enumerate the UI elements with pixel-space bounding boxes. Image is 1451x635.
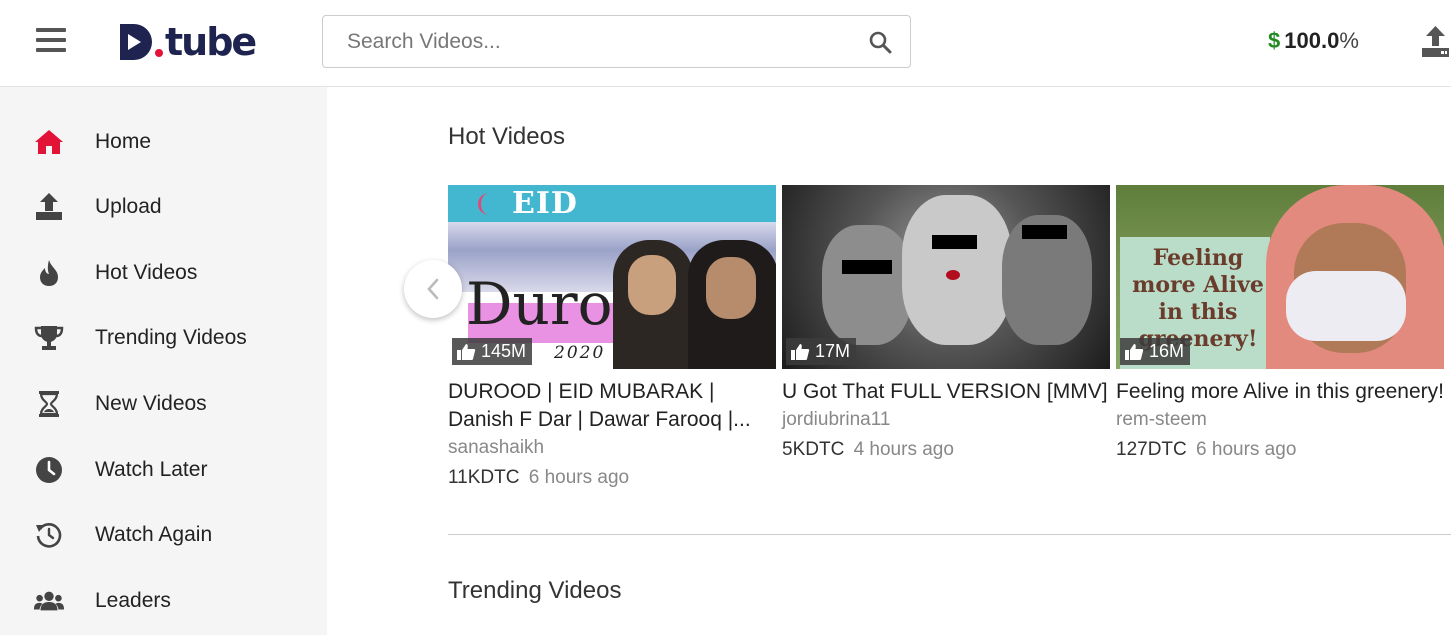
- history-icon: [33, 519, 65, 551]
- likes-count: 17M: [815, 341, 851, 361]
- video-value: 127DTC: [1116, 439, 1187, 460]
- balance-value: 100.0: [1284, 28, 1340, 53]
- dtube-logo[interactable]: tube: [120, 20, 257, 64]
- home-icon: [33, 126, 65, 158]
- sidebar-item-home[interactable]: Home: [0, 114, 327, 170]
- sidebar-item-label: Hot Videos: [95, 261, 198, 284]
- sidebar-item-watch-again[interactable]: Watch Again: [0, 507, 327, 563]
- video-card: 17M U Got That FULL VERSION [MMV] jordiu…: [782, 185, 1112, 461]
- thumb-censor-bar: [842, 260, 892, 274]
- thumb-figure: [822, 225, 912, 345]
- search-box: [322, 15, 911, 68]
- video-meta: 127DTC 6 hours ago: [1116, 439, 1446, 461]
- dollar-icon: $: [1268, 28, 1281, 53]
- sidebar-item-trending-videos[interactable]: Trending Videos: [0, 310, 327, 366]
- video-title[interactable]: DUROOD | EID MUBARAK | Danish F Dar | Da…: [448, 378, 778, 434]
- video-thumbnail[interactable]: Feeling more Alive in this greenery! 16M: [1116, 185, 1444, 369]
- sidebar-item-label: Home: [95, 130, 152, 153]
- thumb-red-eye: [946, 270, 960, 280]
- likes-count: 16M: [1149, 341, 1185, 361]
- likes-count: 145M: [481, 341, 527, 361]
- balance-indicator[interactable]: $ 100.0 %: [1268, 28, 1359, 54]
- section-divider: [448, 534, 1451, 535]
- crescent-moon-icon: [478, 193, 500, 215]
- thumb-censor-bar: [1022, 225, 1067, 239]
- likes-badge: 17M: [786, 338, 857, 365]
- thumb-year: 2020: [554, 343, 606, 363]
- video-meta: 5KDTC 4 hours ago: [782, 439, 1112, 461]
- thumbs-up-icon: [457, 343, 476, 360]
- sidebar-item-upload[interactable]: Upload: [0, 179, 327, 235]
- thumb-face: [628, 255, 676, 315]
- video-value: 5KDTC: [782, 439, 845, 460]
- sidebar-item-label: Watch Later: [95, 458, 208, 481]
- video-meta: 11KDTC 6 hours ago: [448, 467, 778, 489]
- balance-unit: %: [1339, 28, 1359, 53]
- top-bar: tube $ 100.0 %: [0, 0, 1451, 87]
- sidebar-item-label: Leaders: [95, 589, 171, 612]
- logo-d-mark: [120, 24, 152, 60]
- flame-icon: [33, 257, 65, 289]
- video-author[interactable]: rem-steem: [1116, 409, 1446, 431]
- search-input[interactable]: [323, 16, 850, 67]
- thumb-mask: [1286, 271, 1406, 341]
- video-thumbnail[interactable]: EID MUBARAKH Durood 2020 145M: [448, 185, 776, 369]
- sidebar-item-label: Upload: [95, 195, 162, 218]
- video-value: 11KDTC: [448, 467, 520, 488]
- video-title[interactable]: Feeling more Alive in this greenery!: [1116, 378, 1446, 406]
- video-thumbnail[interactable]: 17M: [782, 185, 1110, 369]
- video-author[interactable]: jordiubrina11: [782, 409, 1112, 431]
- thumb-face: [706, 257, 756, 319]
- thumbs-up-icon: [1125, 343, 1144, 360]
- logo-text: tube: [165, 20, 257, 64]
- sidebar-item-new-videos[interactable]: New Videos: [0, 376, 327, 432]
- video-time: 6 hours ago: [528, 467, 630, 488]
- video-time: 4 hours ago: [853, 439, 954, 460]
- upload-icon[interactable]: [1420, 24, 1451, 60]
- search-icon[interactable]: [850, 16, 910, 67]
- clock-icon: [33, 454, 65, 486]
- likes-badge: 16M: [1120, 338, 1191, 365]
- menu-icon[interactable]: [36, 28, 66, 54]
- video-title[interactable]: U Got That FULL VERSION [MMV]: [782, 378, 1112, 406]
- main-content: Hot Videos EID MUBARAKH Durood 2020 145M…: [327, 87, 1451, 635]
- thumb-censor-bar: [932, 235, 977, 249]
- sidebar-item-label: Trending Videos: [95, 326, 247, 349]
- sidebar-item-label: Watch Again: [95, 523, 213, 546]
- section-title-trending-videos[interactable]: Trending Videos: [448, 577, 621, 605]
- thumb-sign-text: Feeling more Alive in this greenery!: [1132, 245, 1264, 352]
- upload-icon: [33, 191, 65, 223]
- section-title-hot-videos[interactable]: Hot Videos: [448, 123, 565, 151]
- thumbs-up-icon: [791, 343, 810, 360]
- sidebar: Home Upload Hot Videos Trending Videos N…: [0, 87, 327, 635]
- hourglass-icon: [33, 388, 65, 420]
- users-icon: [33, 585, 65, 617]
- sidebar-item-watch-later[interactable]: Watch Later: [0, 442, 327, 498]
- sidebar-item-leaders[interactable]: Leaders: [0, 573, 327, 629]
- chevron-left-icon: [427, 278, 439, 300]
- sidebar-item-hot-videos[interactable]: Hot Videos: [0, 245, 327, 301]
- likes-badge: 145M: [452, 338, 533, 365]
- carousel-prev-button[interactable]: [404, 260, 462, 318]
- video-time: 6 hours ago: [1196, 439, 1297, 460]
- logo-dot: [155, 49, 163, 57]
- video-card: EID MUBARAKH Durood 2020 145M DUROOD | E…: [448, 185, 778, 489]
- trophy-icon: [33, 322, 65, 354]
- video-author[interactable]: sanashaikh: [448, 437, 778, 459]
- video-card: Feeling more Alive in this greenery! 16M…: [1116, 185, 1446, 461]
- sidebar-item-label: New Videos: [95, 392, 207, 415]
